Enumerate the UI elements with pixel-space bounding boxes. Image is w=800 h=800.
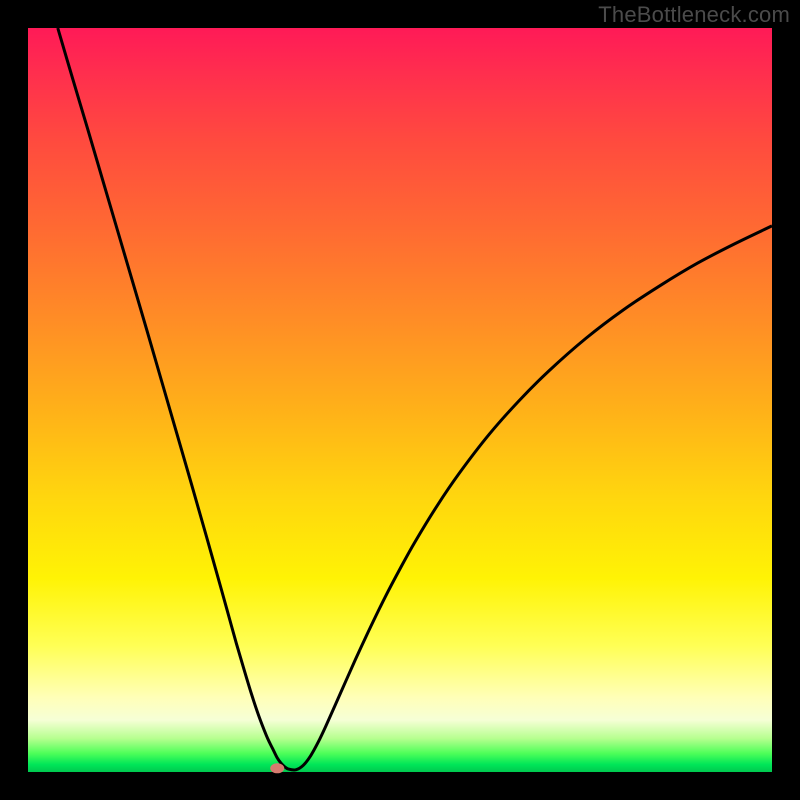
bottleneck-curve	[58, 28, 772, 770]
minimum-marker	[270, 763, 284, 773]
chart-curve-layer	[28, 28, 772, 772]
chart-plot-area	[28, 28, 772, 772]
watermark-text: TheBottleneck.com	[598, 2, 790, 28]
chart-frame: TheBottleneck.com	[0, 0, 800, 800]
